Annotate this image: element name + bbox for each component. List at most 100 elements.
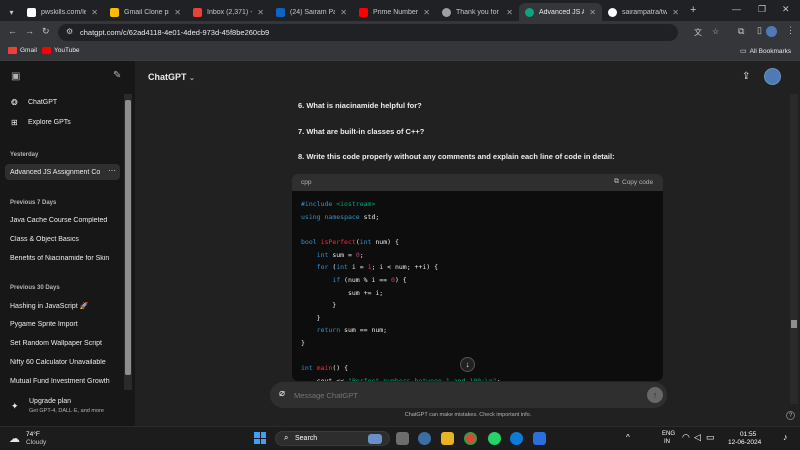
user-avatar[interactable] <box>764 68 781 85</box>
volume-icon[interactable]: ◁ <box>694 432 701 443</box>
copilot-icon[interactable] <box>418 432 431 445</box>
send-button[interactable]: ↑ <box>647 387 663 403</box>
chrome-menu-icon[interactable]: ⋮ <box>786 25 795 36</box>
sidebar-chat-item[interactable]: Set Random Wallpaper Script <box>10 340 114 347</box>
tab-favicon <box>608 7 617 17</box>
browser-tab-0[interactable]: pwskills.com/lea ✕ <box>21 3 104 21</box>
tab-favicon <box>442 7 451 17</box>
code-line: return sum == num; <box>316 326 388 334</box>
sidebar-chat-item[interactable]: Java Cache Course Completed <box>10 217 114 224</box>
extensions-icon[interactable]: ⧉ <box>738 26 744 37</box>
battery-icon[interactable]: ▭ <box>706 432 715 443</box>
code-line: using namespace std; <box>301 213 380 221</box>
sidebar-toggle-icon[interactable]: ▣ <box>11 71 20 82</box>
edge-icon[interactable] <box>510 432 523 445</box>
question-line: 7. What are built-in classes of C++? <box>298 127 425 136</box>
vscode-icon[interactable] <box>533 432 546 445</box>
new-tab-icon[interactable]: + <box>690 4 696 16</box>
section-heading-previous-30-days: Previous 30 Days <box>10 285 60 291</box>
code-line: } <box>301 339 305 347</box>
attach-paperclip-icon[interactable]: ⌀ <box>279 388 285 399</box>
clock-time[interactable]: 01:55 <box>740 431 756 438</box>
tab-close-icon[interactable]: ✕ <box>672 8 679 17</box>
section-heading-previous-7-days: Previous 7 Days <box>10 200 57 206</box>
task-view-icon[interactable] <box>396 432 409 445</box>
forward-icon[interactable]: → <box>25 26 34 36</box>
browser-tab-3[interactable]: (24) Sairam Patra ✕ <box>270 3 353 21</box>
tab-close-icon[interactable]: ✕ <box>506 8 513 17</box>
new-chat-icon[interactable]: ✎ <box>113 70 121 81</box>
bookmarks-bar: Gmail YouTube ▭ All Bookmarks <box>0 43 800 61</box>
browser-tab-5[interactable]: Thank you for d ✕ <box>436 3 519 21</box>
message-input[interactable] <box>294 388 634 402</box>
model-selector[interactable]: ChatGPT ⌄ <box>148 72 195 82</box>
back-icon[interactable]: ← <box>8 26 17 36</box>
bookmark-gmail[interactable]: Gmail <box>8 47 37 54</box>
question-line: 6. What is niacinamide helpful for? <box>298 101 422 110</box>
chrome-icon[interactable] <box>464 432 477 445</box>
code-line: bool isPerfect(int num) { <box>301 238 399 246</box>
tab-close-icon[interactable]: ✕ <box>174 8 181 17</box>
question-line: 8. Write this code properly without any … <box>298 152 615 161</box>
code-language-label: cpp <box>301 179 312 186</box>
windows-taskbar: ☁ 74°F Cloudy ⌕ Search ^ ENG IN ◠ ◁ ▭ 01… <box>0 426 800 450</box>
profile-avatar[interactable] <box>766 26 777 37</box>
browser-tab-7[interactable]: sairampatra/two ✕ <box>602 3 685 21</box>
main-scrollbar-thumb[interactable] <box>791 320 797 328</box>
sidebar-chat-item[interactable]: Class & Object Basics <box>10 236 114 243</box>
tab-favicon <box>359 7 368 17</box>
site-info-icon[interactable]: ⚙ <box>66 27 73 36</box>
minimize-icon[interactable]: — <box>732 4 741 14</box>
tab-close-icon[interactable]: ✕ <box>340 8 347 17</box>
copy-code-button[interactable]: ⧉ Copy code <box>614 178 653 186</box>
code-line: int sum = 0; <box>316 251 364 259</box>
tab-close-icon[interactable]: ✕ <box>257 8 264 17</box>
bookmark-star-icon[interactable]: ☆ <box>712 27 719 36</box>
scroll-down-button[interactable]: ↓ <box>460 357 475 372</box>
chevron-up-icon[interactable]: ^ <box>626 433 630 442</box>
tab-favicon <box>276 7 285 17</box>
code-line: #include <iostream> <box>301 200 376 208</box>
wifi-icon[interactable]: ◠ <box>682 432 690 443</box>
code-line: for (int i = 1; i < num; ++i) { <box>316 263 439 271</box>
browser-tab-4[interactable]: Prime Number P ✕ <box>353 3 436 21</box>
sidebar-chat-item[interactable]: Nifty 60 Calculator Unavailable <box>10 359 114 366</box>
disclaimer-text: ChatGPT can make mistakes. Check importa… <box>404 412 532 418</box>
taskbar-search[interactable]: ⌕ Search <box>275 431 390 446</box>
code-line: sum += i; <box>301 289 384 297</box>
tab-search-button[interactable]: ▾ <box>5 3 18 21</box>
sidebar-scrollbar-thumb[interactable] <box>125 100 131 375</box>
all-bookmarks[interactable]: ▭ All Bookmarks <box>740 47 791 56</box>
close-window-icon[interactable]: ✕ <box>782 4 790 15</box>
address-bar[interactable]: ⚙ chatgpt.com/c/62ad4118-4e01-4ded-973d-… <box>58 24 719 41</box>
browser-tab-2[interactable]: Inbox (2,371) - p ✕ <box>187 3 270 21</box>
language-indicator[interactable]: ENG <box>662 431 675 437</box>
bookmark-youtube[interactable]: YouTube <box>42 47 80 54</box>
browser-tab-6[interactable]: Advanced JS Ass ✕ <box>519 3 602 21</box>
side-panel-icon[interactable]: ▯ <box>757 25 762 36</box>
main-scrollbar[interactable] <box>790 94 798 404</box>
whatsapp-icon[interactable] <box>488 432 501 445</box>
tab-close-icon[interactable]: ✕ <box>589 8 596 17</box>
sidebar-chat-item[interactable]: Benefits of Niacinamide for Skin <box>10 255 114 262</box>
more-options-icon[interactable]: ··· <box>108 166 116 175</box>
reload-icon[interactable]: ↻ <box>42 26 50 37</box>
file-explorer-icon[interactable] <box>441 432 454 445</box>
restore-icon[interactable]: ❐ <box>758 4 766 15</box>
notification-bell-icon[interactable]: ♪ <box>783 432 788 442</box>
share-icon[interactable]: ⇪ <box>742 71 750 82</box>
code-line: } <box>301 301 337 309</box>
sidebar-chat-item[interactable]: Hashing in JavaScript 🚀 <box>10 302 114 310</box>
start-button[interactable] <box>254 432 266 444</box>
help-icon[interactable]: ? <box>786 411 795 420</box>
sidebar-chat-item[interactable]: Mutual Fund Investment Growth <box>10 378 114 385</box>
search-icon: ⌕ <box>284 433 289 442</box>
browser-tab-1[interactable]: Gmail Clone pro ✕ <box>104 3 187 21</box>
sidebar-chat-item[interactable]: Pygame Sprite Import <box>10 321 114 328</box>
tab-close-icon[interactable]: ✕ <box>91 8 98 17</box>
tab-close-icon[interactable]: ✕ <box>423 8 430 17</box>
cloud-icon: ☁ <box>9 433 20 445</box>
grid-icon: ⊞ <box>11 118 18 127</box>
translate-icon[interactable]: 文 <box>694 27 702 38</box>
code-line: if (num % i == 0) { <box>332 276 407 284</box>
